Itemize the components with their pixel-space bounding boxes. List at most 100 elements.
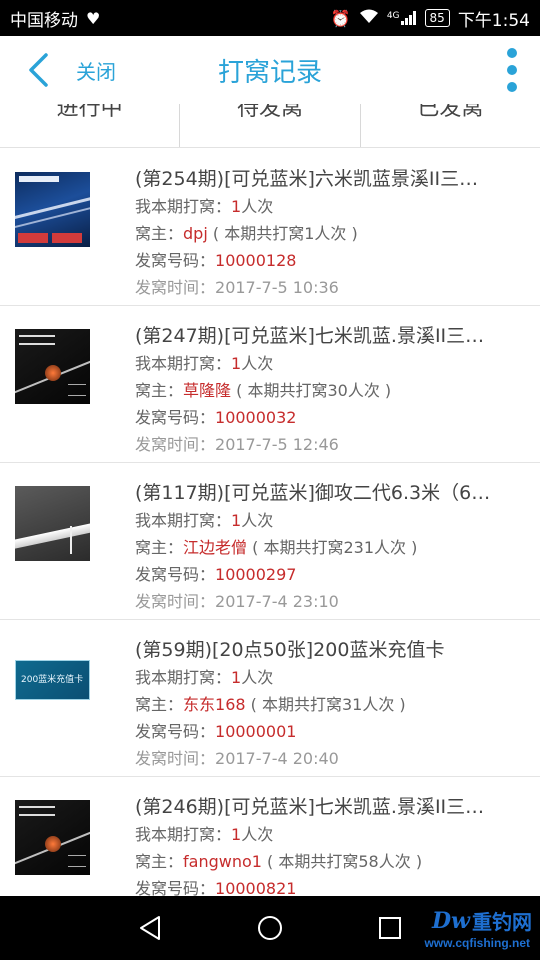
back-button[interactable] <box>18 50 58 90</box>
owner-name: fangwno1 <box>183 852 262 871</box>
tab-pending[interactable]: 待发窝 <box>179 104 359 147</box>
owner-label: 窝主： <box>135 852 184 871</box>
owner-name: dpj <box>183 224 208 243</box>
owner-name: 东东168 <box>183 695 246 714</box>
my-count-label: 我本期打窝： <box>135 668 232 687</box>
owner-row: 窝主：江边老僧 ( 本期共打窝231人次 ) <box>135 534 520 561</box>
number-value: 10000001 <box>215 722 297 741</box>
item-details: (第246期)[可兑蓝米]七米凯蓝.景溪II三… 我本期打窝：1人次 窝主：fa… <box>135 793 520 896</box>
owner-note: ( 本期共打窝1人次 ) <box>212 224 358 243</box>
my-count-value: 1 <box>231 511 242 530</box>
owner-note: ( 本期共打窝31人次 ) <box>250 695 406 714</box>
product-thumbnail <box>15 486 90 561</box>
time-value: 2017-7-5 12:46 <box>215 435 339 454</box>
signal-icon: 4G <box>387 11 417 25</box>
my-count-label: 我本期打窝： <box>135 197 232 216</box>
my-count-unit: 人次 <box>241 511 274 530</box>
time-value: 2017-7-5 10:36 <box>215 278 339 297</box>
tab-completed[interactable]: 已发窝 <box>359 104 540 147</box>
my-count-row: 我本期打窝：1人次 <box>135 193 520 220</box>
status-right: ⏰ 4G 85 下午1:54 <box>331 6 530 31</box>
my-count-label: 我本期打窝： <box>135 511 232 530</box>
number-row: 发窝号码：10000001 <box>135 718 520 745</box>
time-value: 2017-7-4 23:10 <box>215 592 339 611</box>
owner-row: 窝主：dpj ( 本期共打窝1人次 ) <box>135 220 520 247</box>
thumbnail-tag <box>52 233 82 243</box>
number-row: 发窝号码：10000297 <box>135 561 520 588</box>
list-item[interactable]: (第254期)[可兑蓝米]六米凯蓝景溪II三… 我本期打窝：1人次 窝主：dpj… <box>0 149 540 306</box>
more-dot-icon <box>507 82 517 92</box>
owner-name: 草隆隆 <box>183 381 232 400</box>
time-row: 发窝时间：2017-7-4 20:40 <box>135 745 520 772</box>
time-row: 发窝时间：2017-7-5 12:46 <box>135 431 520 458</box>
number-row: 发窝号码：10000821 <box>135 875 520 896</box>
thumbnail-text-graphic <box>68 384 86 396</box>
item-title: (第254期)[可兑蓝米]六米凯蓝景溪II三… <box>135 168 479 190</box>
owner-label: 窝主： <box>135 224 184 243</box>
battery-icon: 85 <box>424 9 450 27</box>
owner-note: ( 本期共打窝30人次 ) <box>236 381 392 400</box>
list-item[interactable]: 200蓝米充值卡 (第59期)[20点50张]200蓝米充值卡 我本期打窝：1人… <box>0 620 540 777</box>
product-thumbnail <box>15 172 90 247</box>
time-row: 发窝时间：2017-7-4 23:10 <box>135 588 520 615</box>
my-count-row: 我本期打窝：1人次 <box>135 350 520 377</box>
tab-in-progress[interactable]: 进行中 <box>0 104 179 147</box>
number-label: 发窝号码： <box>135 722 216 741</box>
list-item[interactable]: (第247期)[可兑蓝米]七米凯蓝.景溪II三… 我本期打窝：1人次 窝主：草隆… <box>0 306 540 463</box>
time-row: 发窝时间：2017-7-5 10:36 <box>135 274 520 301</box>
my-count-unit: 人次 <box>241 354 274 373</box>
time-label: 发窝时间： <box>135 592 216 611</box>
owner-label: 窝主： <box>135 695 184 714</box>
nav-home-button[interactable] <box>250 908 290 948</box>
item-details: (第59期)[20点50张]200蓝米充值卡 我本期打窝：1人次 窝主：东东16… <box>135 636 520 772</box>
owner-row: 窝主：fangwno1 ( 本期共打窝58人次 ) <box>135 848 520 875</box>
owner-row: 窝主：草隆隆 ( 本期共打窝30人次 ) <box>135 377 520 404</box>
number-label: 发窝号码： <box>135 408 216 427</box>
more-menu-button[interactable] <box>504 48 520 92</box>
watermark-url: www.cqfishing.net <box>424 936 530 950</box>
list-item[interactable]: (第117期)[可兑蓝米]御攻二代6.3米（6… 我本期打窝：1人次 窝主：江边… <box>0 463 540 620</box>
circle-home-icon <box>258 916 282 940</box>
watermark-name: 重钓网 <box>472 910 532 934</box>
alarm-icon: ⏰ <box>330 8 351 28</box>
list-item[interactable]: (第246期)[可兑蓝米]七米凯蓝.景溪II三… 我本期打窝：1人次 窝主：fa… <box>0 777 540 896</box>
number-row: 发窝号码：10000128 <box>135 247 520 274</box>
thumbnail-card-text: 200蓝米充值卡 <box>21 675 84 685</box>
number-value: 10000297 <box>215 565 297 584</box>
time-label: 发窝时间： <box>135 749 216 768</box>
thumbnail-text-graphic <box>68 855 86 867</box>
wifi-icon <box>359 8 379 28</box>
my-count-value: 1 <box>231 354 242 373</box>
more-dot-icon <box>507 65 517 75</box>
close-button[interactable]: 关闭 <box>76 56 116 85</box>
time-label: 发窝时间： <box>135 278 216 297</box>
clock-label: 下午1:54 <box>457 10 530 31</box>
number-value: 10000128 <box>215 251 297 270</box>
tab-label: 进行中 <box>56 104 123 121</box>
my-count-row: 我本期打窝：1人次 <box>135 507 520 534</box>
my-count-label: 我本期打窝： <box>135 825 232 844</box>
nav-back-button[interactable] <box>130 908 170 948</box>
owner-name: 江边老僧 <box>183 538 248 557</box>
my-count-value: 1 <box>231 197 242 216</box>
carrier-label: 中国移动 <box>10 10 78 31</box>
product-thumbnail <box>15 329 90 404</box>
status-tabs: 进行中 待发窝 已发窝 <box>0 104 540 148</box>
my-count-unit: 人次 <box>241 668 274 687</box>
number-label: 发窝号码： <box>135 565 216 584</box>
system-navigation-bar: Dw 重钓网 www.cqfishing.net <box>0 896 540 960</box>
time-value: 2017-7-4 20:40 <box>215 749 339 768</box>
owner-note: ( 本期共打窝231人次 ) <box>252 538 418 557</box>
my-count-unit: 人次 <box>241 825 274 844</box>
my-count-value: 1 <box>231 825 242 844</box>
tab-label: 待发窝 <box>236 104 303 121</box>
thumbnail-caption <box>19 176 59 182</box>
number-value: 10000821 <box>215 879 297 896</box>
my-count-row: 我本期打窝：1人次 <box>135 664 520 691</box>
more-dot-icon <box>507 48 517 58</box>
owner-label: 窝主： <box>135 381 184 400</box>
record-list[interactable]: (第254期)[可兑蓝米]六米凯蓝景溪II三… 我本期打窝：1人次 窝主：dpj… <box>0 149 540 896</box>
nav-recents-button[interactable] <box>370 908 410 948</box>
reel-graphic <box>45 365 61 381</box>
thumbnail-text-graphic <box>70 526 84 554</box>
